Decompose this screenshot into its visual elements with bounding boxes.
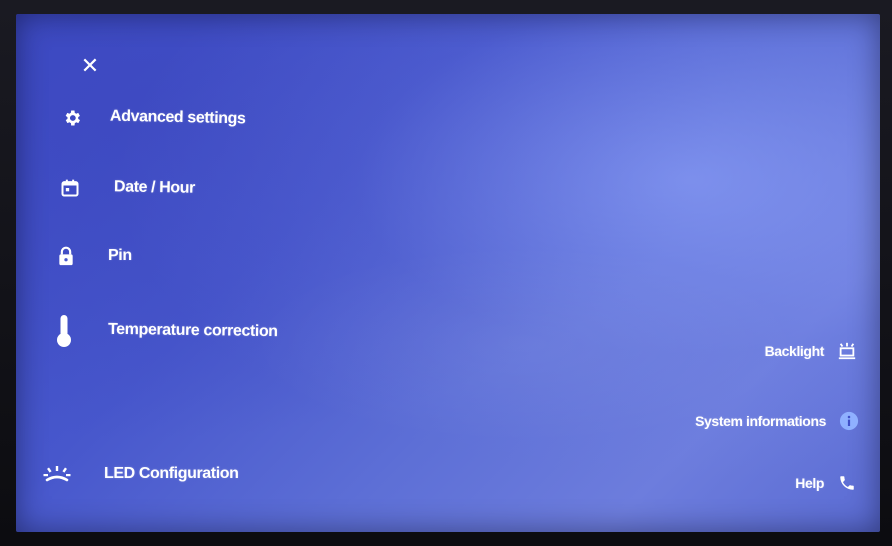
thermometer-icon xyxy=(52,314,76,348)
help-button[interactable]: Help xyxy=(795,472,858,494)
menu-item-label: Advanced settings xyxy=(109,107,246,128)
backlight-button[interactable]: Backlight xyxy=(765,340,858,362)
gear-icon xyxy=(60,106,84,130)
menu-item-temperature-correction[interactable]: Temperature correction xyxy=(52,314,278,348)
close-button[interactable]: ✕ xyxy=(78,54,102,78)
phone-icon xyxy=(836,472,858,494)
system-informations-label: System informations xyxy=(695,413,826,429)
menu-item-label: Temperature correction xyxy=(107,320,278,341)
system-informations-button[interactable]: System informations xyxy=(695,410,860,432)
backlight-icon xyxy=(836,340,858,362)
menu-item-advanced-settings[interactable]: Advanced settings xyxy=(60,106,246,130)
led-icon xyxy=(42,462,72,486)
menu-item-date-hour[interactable]: Date / Hour xyxy=(58,176,195,200)
calendar-icon xyxy=(58,176,82,200)
lock-icon xyxy=(54,244,78,268)
menu-item-pin[interactable]: Pin xyxy=(54,244,132,268)
menu-item-label: Pin xyxy=(108,247,132,264)
backlight-label: Backlight xyxy=(764,343,825,359)
close-icon: ✕ xyxy=(80,53,100,78)
menu-item-led-configuration[interactable]: LED Configuration xyxy=(42,462,239,486)
menu-item-label: LED Configuration xyxy=(104,465,239,482)
settings-screen: ✕ Advanced settings Date / Hour Pin Temp… xyxy=(16,14,880,532)
info-icon xyxy=(838,410,860,432)
menu-item-label: Date / Hour xyxy=(113,178,196,197)
help-label: Help xyxy=(795,475,824,491)
